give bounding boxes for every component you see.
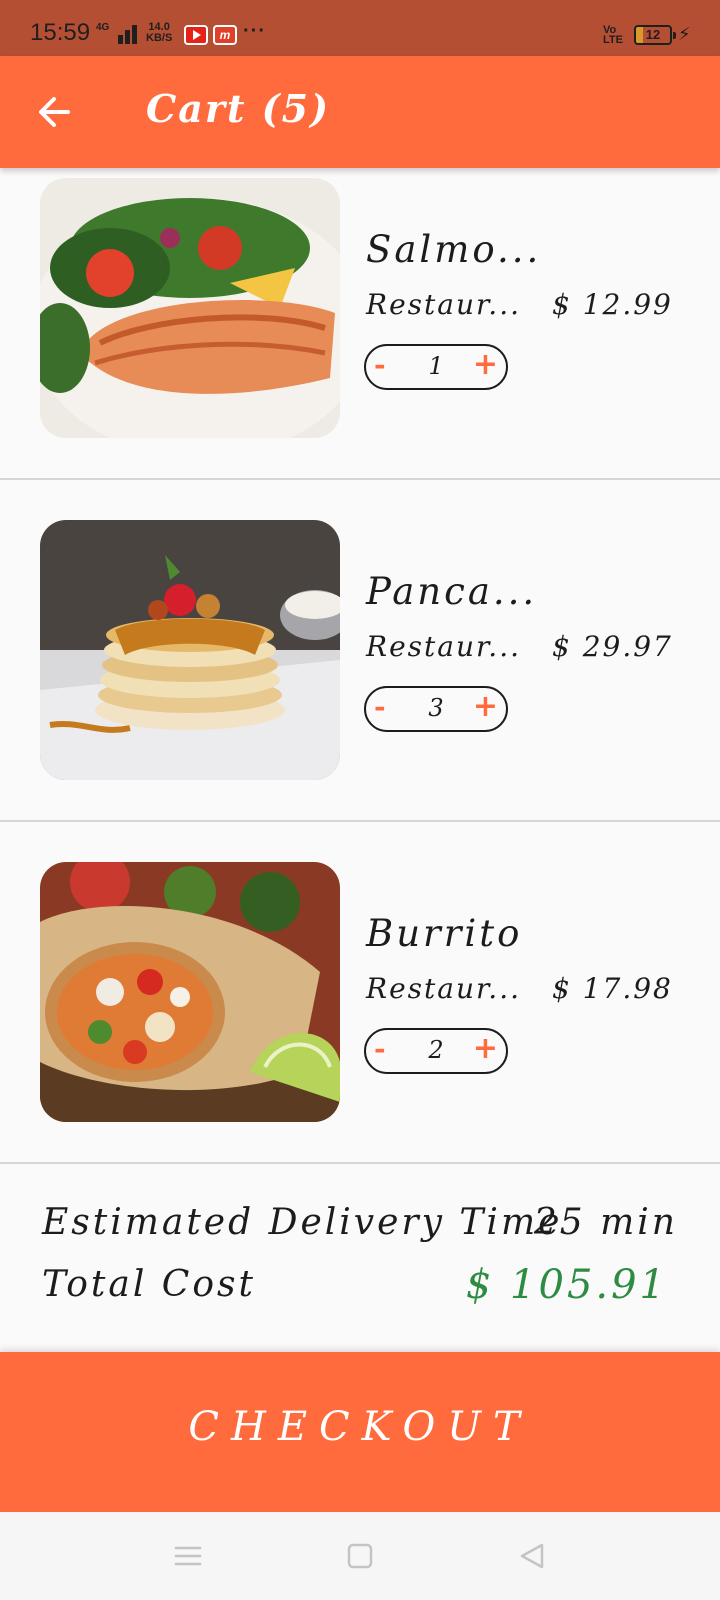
salmon-image — [40, 178, 340, 438]
system-back-button[interactable] — [512, 1540, 552, 1572]
quantity-stepper: - 2 + — [364, 1028, 508, 1074]
arrow-left-icon — [39, 97, 70, 127]
delivery-time-label: Estimated Delivery Time — [42, 1202, 563, 1243]
burrito-image — [40, 862, 340, 1122]
battery-icon: 12 — [634, 25, 676, 45]
system-nav-bar — [0, 1512, 720, 1600]
item-restaurant: Restaur... — [366, 630, 522, 663]
quantity-stepper: - 1 + — [364, 344, 508, 390]
recent-apps-button[interactable] — [168, 1540, 208, 1572]
quantity-stepper: - 3 + — [364, 686, 508, 732]
cart-item: Salmo... Restaur... $ 12.99 - 1 + — [0, 138, 720, 480]
network-type: 4G — [96, 22, 110, 33]
total-cost-label: Total Cost — [42, 1264, 256, 1305]
item-price: $ 12.99 — [552, 288, 673, 321]
charging-icon: ⚡ — [678, 24, 691, 45]
item-name: Burrito — [366, 912, 523, 955]
home-button[interactable] — [340, 1540, 380, 1572]
item-name: Panca... — [366, 570, 538, 613]
checkout-button[interactable]: CHECKOUT — [0, 1352, 720, 1512]
back-button[interactable] — [30, 86, 82, 138]
volte-bottom: LTE — [603, 34, 623, 46]
item-price: $ 29.97 — [552, 630, 673, 663]
app-notification-icon: m — [213, 25, 237, 45]
page-title: Cart (5) — [146, 86, 331, 131]
item-restaurant: Restaur... — [366, 288, 522, 321]
back-triangle-icon — [520, 1543, 544, 1569]
home-square-icon — [347, 1543, 373, 1569]
signal-icon — [110, 22, 138, 44]
more-notifications: ··· — [243, 20, 266, 42]
speed-unit: KB/S — [146, 32, 173, 44]
youtube-notification-icon — [184, 25, 208, 45]
increase-quantity-button[interactable]: + — [473, 689, 498, 724]
volte-indicator: Vo LTE — [603, 25, 623, 46]
menu-icon — [174, 1546, 202, 1566]
item-name: Salmo... — [366, 228, 542, 271]
pancakes-image — [40, 520, 340, 780]
status-time: 15:59 — [30, 19, 91, 46]
increase-quantity-button[interactable]: + — [473, 347, 498, 382]
cart-item: Panca... Restaur... $ 29.97 - 3 + — [0, 480, 720, 822]
cart-item: Burrito Restaur... $ 17.98 - 2 + — [0, 822, 720, 1164]
checkout-label: CHECKOUT — [188, 1404, 532, 1450]
delivery-time-value: 25 min — [533, 1202, 678, 1243]
item-price: $ 17.98 — [552, 972, 673, 1005]
app-bar: Cart (5) — [0, 56, 720, 168]
network-speed: 14.0 KB/S — [146, 22, 172, 44]
item-restaurant: Restaur... — [366, 972, 522, 1005]
status-bar: 15:59 4G 14.0 KB/S m ··· Vo LTE 12 ⚡ — [0, 0, 720, 56]
increase-quantity-button[interactable]: + — [473, 1031, 498, 1066]
total-cost-value: $ 105.91 — [465, 1262, 668, 1308]
